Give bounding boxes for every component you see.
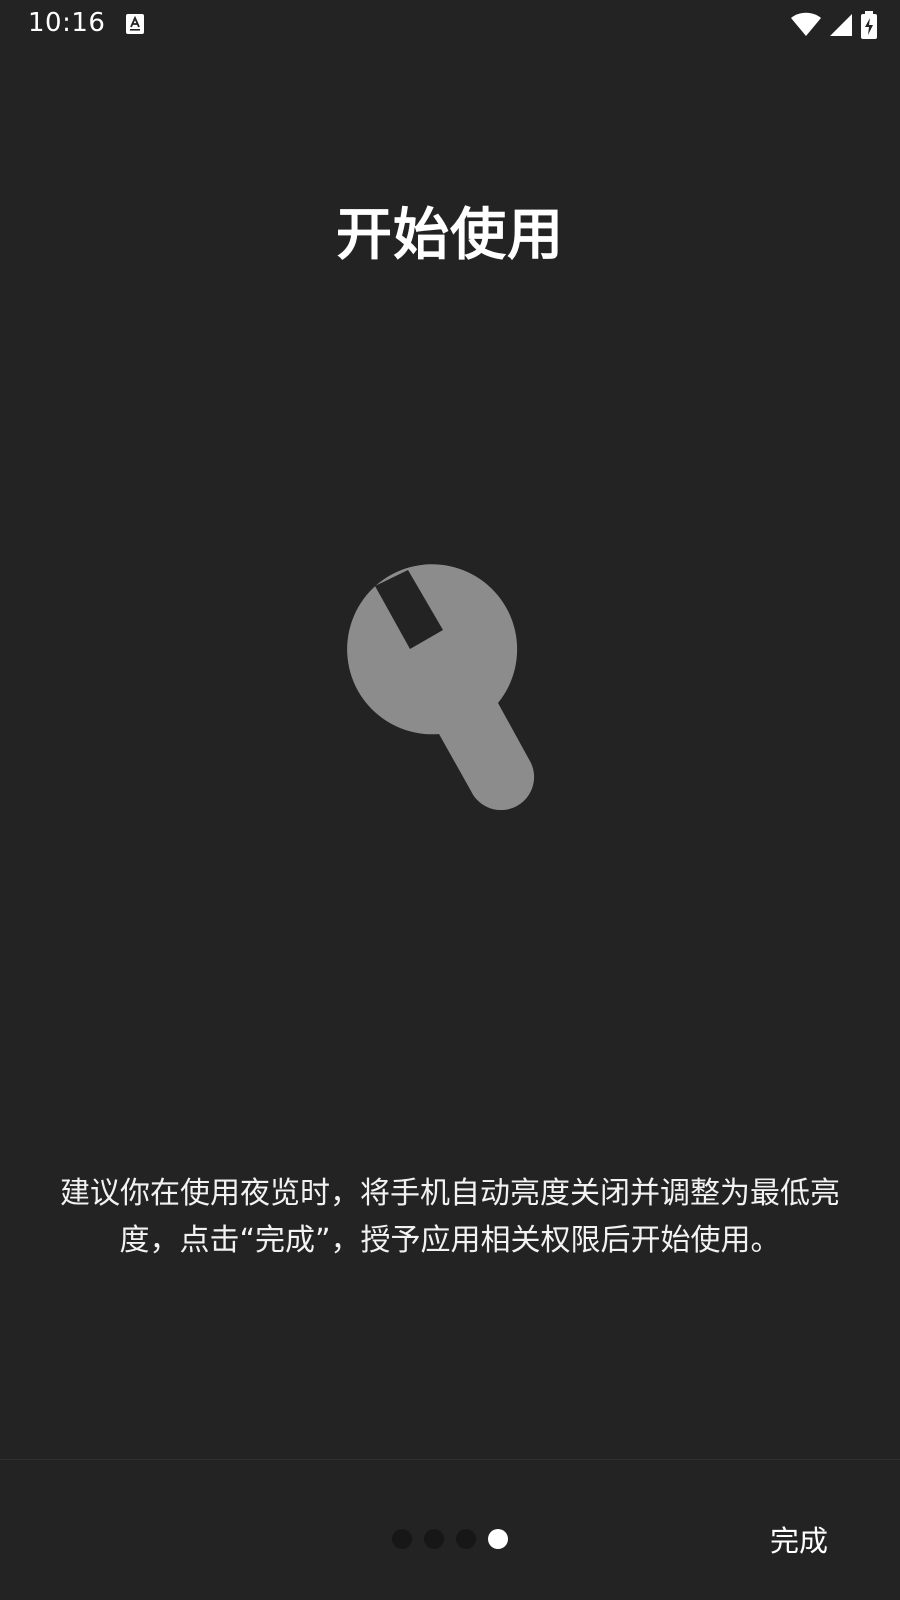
page-dot-3 [456,1529,476,1549]
page-indicator [0,1529,900,1549]
description-line-1: 建议你在使用夜览时，将手机自动亮度关闭并调整为最低亮 [60,1176,840,1211]
page-title: 开始使用 [336,203,564,268]
page-dot-1 [392,1529,412,1549]
page-dot-2 [424,1529,444,1549]
cellular-signal-icon [828,12,854,42]
battery-charging-icon [860,10,878,44]
status-bar: 10:16 [0,0,900,50]
page-dot-4-active [488,1529,508,1549]
description: 建议你在使用夜览时，将手机自动亮度关闭并调整为最低亮 度，点击“完成”，授予应用… [30,1170,870,1264]
done-button[interactable]: 完成 [770,1512,828,1566]
wrench-icon [330,550,540,811]
description-line-2: 度，点击“完成”，授予应用相关权限后开始使用。 [119,1223,781,1258]
status-icons [790,10,878,44]
wifi-icon [790,12,822,42]
app-notification-icon [125,13,145,35]
status-time: 10:16 [28,8,106,38]
bottom-bar: 完成 [0,1460,900,1600]
